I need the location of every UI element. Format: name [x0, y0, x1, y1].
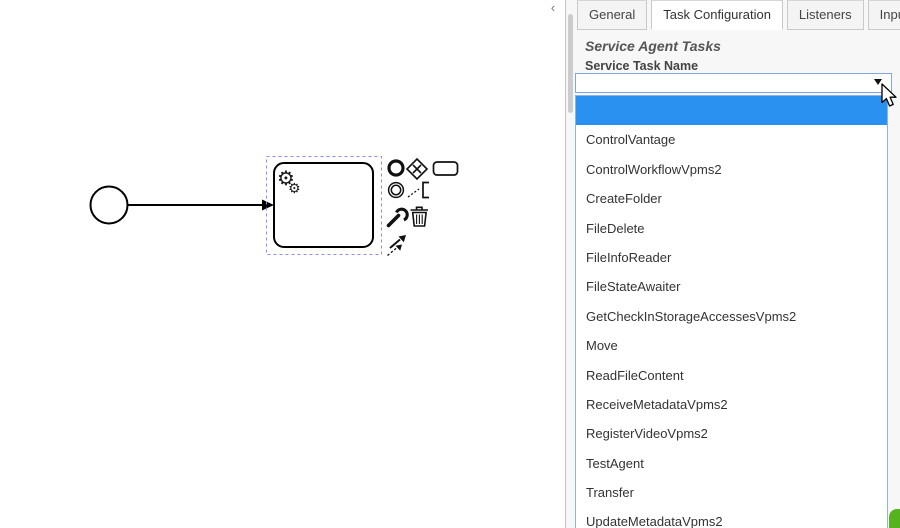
dropdown-option-ReadFileContent[interactable]: ReadFileContent	[576, 361, 887, 390]
dropdown-option-empty[interactable]	[576, 96, 887, 125]
dropdown-option-FileInfoReader[interactable]: FileInfoReader	[576, 243, 887, 272]
app-window: ⚙ ⚙	[0, 0, 900, 528]
start-event-shape[interactable]	[91, 187, 128, 224]
panel-scrollbar-thumb[interactable]	[568, 14, 573, 113]
append-gateway-button[interactable]	[407, 159, 427, 179]
tab-task-configuration[interactable]: Task Configuration	[651, 0, 783, 30]
connect-tool-icon[interactable]	[388, 235, 407, 256]
trash-icon[interactable]	[411, 207, 429, 226]
dropdown-option-CreateFolder[interactable]: CreateFolder	[576, 184, 887, 213]
dropdown-option-GetCheckInStorageAccessesVpms2[interactable]: GetCheckInStorageAccessesVpms2	[576, 302, 887, 331]
floating-action-corner[interactable]	[889, 509, 900, 528]
context-pad	[388, 159, 458, 256]
properties-tab-bar: GeneralTask ConfigurationListenersInput/…	[577, 0, 900, 30]
dropdown-option-ControlWorkflowVpms2[interactable]: ControlWorkflowVpms2	[576, 155, 887, 184]
service-task-name-select[interactable]	[575, 73, 892, 93]
service-task-name-label: Service Task Name	[585, 59, 698, 73]
wrench-icon[interactable]	[389, 209, 408, 225]
append-end-event-button[interactable]	[389, 161, 403, 175]
sequence-flow-arrow[interactable]	[128, 200, 274, 211]
section-title: Service Agent Tasks	[585, 38, 721, 54]
dropdown-option-Transfer[interactable]: Transfer	[576, 478, 887, 507]
tab-listeners[interactable]: Listeners	[787, 0, 864, 30]
service-task-shape[interactable]: ⚙ ⚙	[274, 163, 373, 247]
tab-input-output[interactable]: Input/Output	[868, 0, 900, 30]
dropdown-caret-icon	[874, 79, 882, 85]
dropdown-option-ReceiveMetadataVpms2[interactable]: ReceiveMetadataVpms2	[576, 390, 887, 419]
append-intermediate-event-button[interactable]	[389, 183, 404, 198]
dropdown-option-FileDelete[interactable]: FileDelete	[576, 214, 887, 243]
append-text-annotation-button[interactable]	[408, 183, 429, 198]
dropdown-option-FileStateAwaiter[interactable]: FileStateAwaiter	[576, 272, 887, 301]
tab-general[interactable]: General	[577, 0, 647, 30]
dropdown-option-Move[interactable]: Move	[576, 331, 887, 360]
dropdown-option-ControlVantage[interactable]: ControlVantage	[576, 125, 887, 154]
bpmn-canvas[interactable]: ⚙ ⚙	[0, 0, 565, 528]
svg-text:⚙: ⚙	[288, 181, 301, 197]
append-task-button[interactable]	[434, 162, 458, 175]
service-task-dropdown-list: ControlVantageControlWorkflowVpms2Create…	[575, 95, 888, 528]
dropdown-option-TestAgent[interactable]: TestAgent	[576, 449, 887, 478]
panel-collapse-toggle[interactable]: ‹	[545, 0, 561, 16]
dropdown-option-RegisterVideoVpms2[interactable]: RegisterVideoVpms2	[576, 419, 887, 448]
dropdown-option-UpdateMetadataVpms2[interactable]: UpdateMetadataVpms2	[576, 507, 887, 528]
